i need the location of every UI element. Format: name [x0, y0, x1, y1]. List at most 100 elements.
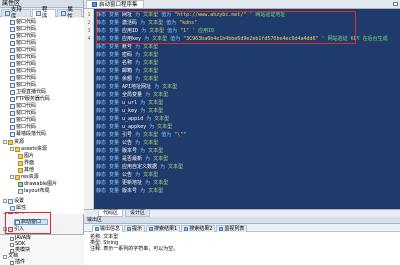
folder-icon [18, 167, 23, 173]
tree-item-label: 窗口代码 [16, 61, 37, 67]
tree-item[interactable]: 窗口代码 [10, 110, 36, 116]
checkbox-icon[interactable] [10, 236, 14, 241]
tree-item[interactable]: 窗口代码 [10, 19, 36, 25]
tree-item[interactable]: 窗口代码 [10, 117, 36, 123]
tab-library[interactable]: 支持库 [1, 7, 31, 20]
tab-code[interactable]: 代码区 [98, 210, 124, 217]
tree-item[interactable]: 窗口代码 [10, 75, 36, 81]
tab-design[interactable]: 设计区 [125, 210, 151, 217]
properties-icon [10, 205, 15, 211]
type-name: 文本型 [148, 108, 164, 114]
tree-item[interactable]: 窗口代码 [10, 40, 36, 46]
tab-watch-list[interactable]: 监视列表 [216, 225, 248, 232]
collapse-toggle-icon[interactable] [3, 254, 7, 259]
highlight-annotation [96, 11, 356, 44]
collapse-toggle-icon[interactable] [3, 199, 7, 203]
tree-item-label: 窗口代码 [16, 82, 37, 88]
output-tabs: 输出信息 提示 搜索结果1 搜索结果2 监视列表 [84, 224, 400, 232]
tree-item[interactable]: 窗口代码 [10, 26, 36, 32]
keyword: 变量 [109, 60, 123, 66]
variable-name: 余额 [122, 76, 136, 82]
variable-name: 名称 [122, 60, 136, 66]
search-icon [149, 227, 154, 231]
keyword: 静态 [96, 44, 110, 50]
tree-item[interactable]: 窗口代码 [10, 33, 36, 39]
tree-item[interactable]: 其他 [18, 167, 34, 173]
keyword: 为 [135, 76, 144, 82]
watch-icon [219, 227, 224, 231]
variable-name: 应用自定义数据 [122, 164, 161, 170]
checkbox-icon[interactable] [10, 260, 14, 265]
tree-item[interactable]: 插件 [10, 259, 25, 265]
tab-startup-window-program[interactable]: 启动窗口程序集 [86, 0, 144, 8]
tree-item[interactable]: 界面 [18, 160, 34, 166]
collapse-toggle-icon[interactable] [3, 140, 7, 144]
tab-output-info[interactable]: 输出信息 [92, 225, 124, 232]
tab-properties[interactable]: 属性 [57, 7, 82, 20]
tree-item[interactable]: 卫视直播代码 [10, 89, 46, 95]
tree-item[interactable]: 窗口代码 [10, 61, 36, 67]
tree-item[interactable]: 窗口代码 [10, 82, 36, 88]
keyword: 静态 [96, 172, 110, 178]
keyword: 变量 [109, 76, 123, 82]
tree-item[interactable]: 窗口代码 [10, 54, 36, 60]
pin-icon[interactable] [393, 2, 398, 6]
variable-name: 版本号 [122, 188, 141, 194]
keyword: 变量 [109, 52, 123, 58]
tab-program[interactable]: 程序 [31, 7, 57, 20]
code-line: 静态 变量 名称 为 文本型 [96, 60, 158, 66]
type-name: 文本型 [148, 100, 164, 106]
checkbox-icon[interactable] [10, 242, 14, 247]
variable-name: API地址网址 [122, 84, 155, 90]
tree-item[interactable]: 幕墙段落代码 [10, 131, 46, 137]
collapse-toggle-icon[interactable] [10, 175, 14, 179]
tree-item-res[interactable]: res资源 [10, 174, 39, 180]
line-number: 4 [87, 36, 91, 42]
type-name: 文本型 [153, 156, 169, 162]
tree-item[interactable]: 窗口代码 [10, 103, 36, 109]
project-panel: 属性区 支持库 程序 属性 窗口代码 窗口代码 窗口代码 窗口代码 窗口代码 窗… [0, 0, 84, 265]
tree-item[interactable]: FTP服务器代码 [10, 96, 50, 102]
output-title: 输出区 [84, 217, 400, 224]
keyword: 变量 [109, 140, 123, 146]
type-name: 文本型 [154, 116, 170, 122]
properties-icon [61, 11, 67, 16]
tree-item-resources[interactable]: 资源 [3, 139, 24, 145]
tree-item[interactable]: layout布局 [18, 188, 50, 194]
keyword: 静态 [96, 116, 110, 122]
code-line: 静态 变量 应用自定义数据 为 文本型 [96, 164, 183, 170]
tree-item[interactable]: drawable图片 [18, 181, 57, 187]
folder-icon [15, 146, 20, 152]
tab-hint[interactable]: 提示 [124, 225, 146, 232]
info-icon [95, 227, 99, 231]
tree-item[interactable]: 属性 [10, 205, 26, 211]
tree-item-label: res资源 [21, 174, 39, 180]
form-icon [10, 103, 15, 109]
form-icon [10, 131, 15, 137]
tree-item[interactable]: 窗口代码 [10, 124, 36, 130]
tree-item[interactable]: 窗口代码 [10, 47, 36, 53]
variable-name: u_key [122, 108, 141, 114]
tree-item-settings[interactable]: 设置 [3, 198, 24, 204]
tree-item[interactable]: 窗口代码 [10, 68, 36, 74]
tree-item[interactable]: 图片 [18, 153, 34, 159]
type-name: 文本型 [148, 188, 164, 194]
keyword: 变量 [109, 92, 123, 98]
keyword: 为 [140, 148, 149, 154]
tree-item-label: 窗口代码 [16, 19, 37, 25]
keyword: 变量 [109, 188, 123, 194]
output-panel: 输出区 输出信息 提示 搜索结果1 搜索结果2 监视列表 名称: 文本型 类型:… [84, 217, 400, 265]
collapse-toggle-icon[interactable] [10, 147, 14, 151]
keyword: 静态 [96, 156, 110, 162]
keyword: 为 [135, 68, 144, 74]
keyword: 为 [145, 180, 154, 186]
code-editor[interactable]: 1 2 3 4 静态 变量 网址 为 文本型 值为 "http://www.ah… [84, 9, 400, 209]
tree-item-label: 卫视直播代码 [16, 89, 47, 95]
tree-item-assets[interactable]: assets资源 [10, 146, 47, 152]
checkbox-icon[interactable] [10, 248, 14, 253]
tab-label: 搜索结果1 [154, 226, 178, 232]
panel-tabs: 支持库 程序 属性 [0, 7, 83, 20]
tab-search-results-2[interactable]: 搜索结果2 [181, 225, 216, 232]
variable-name: 公告 [122, 140, 136, 146]
tab-search-results-1[interactable]: 搜索结果1 [146, 225, 181, 232]
